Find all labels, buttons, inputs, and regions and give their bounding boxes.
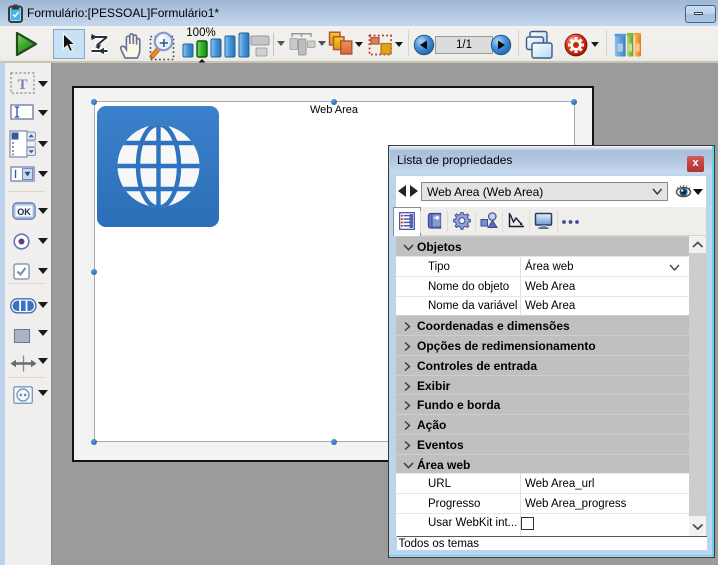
svg-text:T: T bbox=[17, 77, 27, 93]
svg-text:OK: OK bbox=[17, 207, 31, 217]
